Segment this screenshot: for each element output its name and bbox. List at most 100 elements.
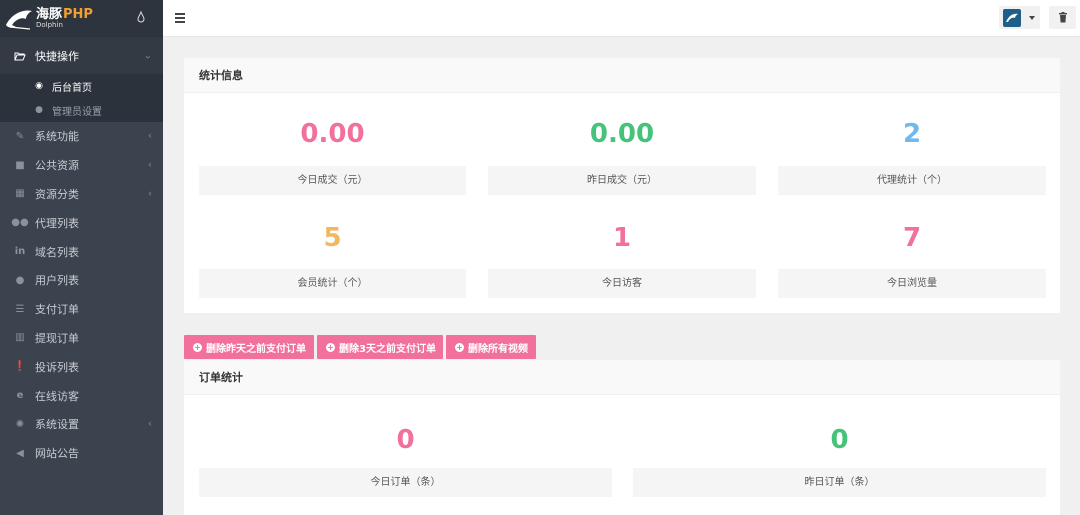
database-icon: ☰	[15, 303, 25, 315]
stat-label: 今日订单（条）	[199, 468, 612, 497]
sidebar-item-label: 资源分类	[35, 187, 79, 201]
chevron-left-icon: ‹	[148, 418, 152, 430]
stats-panel: 统计信息 0.00 今日成交（元） 0.00 昨日成交（元） 2 代理统计（个）…	[184, 58, 1060, 313]
sidebar-item-label: 公共资源	[35, 159, 79, 173]
sidebar-item-quick-actions[interactable]: 快捷操作 ⌄	[0, 37, 163, 74]
theme-drop-icon[interactable]	[137, 11, 145, 23]
brand[interactable]: 海豚 PHP Dolphin	[0, 0, 163, 37]
sidebar-item-label: 提现订单	[35, 331, 79, 345]
sidebar-item-label: 系统功能	[35, 130, 79, 144]
linkedin-icon: in	[14, 246, 26, 258]
gear-icon: ✺	[15, 418, 25, 430]
chevron-left-icon: ‹	[148, 188, 152, 200]
sidebar-item-system-settings[interactable]: ✺ 系统设置 ‹	[0, 410, 163, 439]
sidebar: 海豚 PHP Dolphin 快捷操作 ⌄ ◉ 后台首页 ● 管理员设置 ✎ 系…	[0, 0, 163, 515]
video-camera-icon: ■	[15, 159, 25, 171]
stat-value: 2	[902, 119, 922, 149]
wrench-icon: ✎	[15, 130, 25, 142]
dolphin-avatar-icon	[1006, 13, 1018, 22]
chevron-left-icon: ‹	[148, 159, 152, 171]
sidebar-item-online-visitors[interactable]: e 在线访客	[0, 381, 163, 410]
brand-subtitle: Dolphin	[36, 21, 63, 29]
button-label: 删除所有视频	[468, 343, 528, 355]
sidebar-subitem-admin-settings[interactable]: ● 管理员设置	[0, 98, 163, 122]
sidebar-item-agents[interactable]: ●● 代理列表	[0, 208, 163, 237]
sidebar-item-users[interactable]: ● 用户列表	[0, 266, 163, 295]
menu-toggle-icon[interactable]	[175, 13, 185, 23]
sidebar-item-domains[interactable]: in 域名列表	[0, 237, 163, 266]
chevron-down-icon: ⌄	[143, 50, 152, 61]
sidebar-item-public-resources[interactable]: ■ 公共资源 ‹	[0, 151, 163, 180]
sidebar-submenu: ◉ 后台首页 ● 管理员设置	[0, 74, 163, 122]
users-icon: ●●	[11, 217, 29, 229]
clear-cache-button[interactable]	[1049, 6, 1076, 29]
user-icon: ●	[35, 105, 43, 115]
brand-name: 海豚	[36, 7, 63, 22]
stat-label: 会员统计（个）	[199, 269, 466, 298]
stat-label: 今日访客	[488, 269, 756, 298]
bullhorn-icon: ◀	[16, 447, 24, 459]
sidebar-item-withdraw-orders[interactable]: ▥ 提现订单	[0, 324, 163, 353]
panel-title: 订单统计	[184, 360, 1060, 395]
stat-label: 昨日订单（条）	[633, 468, 1046, 497]
stat-yesterday-revenue: 0.00 昨日成交（元）	[488, 116, 756, 196]
sidebar-item-complaints[interactable]: ❗ 投诉列表	[0, 352, 163, 381]
caret-down-icon	[1029, 15, 1035, 20]
trash-icon	[1058, 12, 1067, 23]
stat-value: 0	[396, 425, 415, 455]
plus-circle-icon: +	[455, 342, 464, 352]
chevron-left-icon: ‹	[148, 130, 152, 142]
stat-label: 昨日成交（元）	[488, 166, 756, 195]
bank-icon: ▥	[15, 332, 25, 344]
sidebar-item-label: 域名列表	[35, 245, 79, 259]
sidebar-item-payment-orders[interactable]: ☰ 支付订单	[0, 295, 163, 324]
stat-value: 1	[612, 223, 632, 253]
stat-label: 今日成交（元）	[199, 166, 466, 195]
stat-today-visitors: 1 今日访客	[488, 220, 756, 300]
sidebar-nav: 快捷操作 ⌄ ◉ 后台首页 ● 管理员设置 ✎ 系统功能 ‹ ■ 公共资源 ‹ …	[0, 37, 163, 468]
folder-open-icon	[13, 50, 27, 62]
sidebar-subitem-label: 后台首页	[52, 82, 92, 94]
sidebar-item-label: 用户列表	[35, 274, 79, 288]
top-header	[163, 0, 1080, 37]
sidebar-item-label: 系统设置	[35, 418, 79, 432]
sidebar-subitem-label: 管理员设置	[52, 106, 102, 118]
stat-today-orders: 0 今日订单（条）	[199, 422, 612, 502]
delete-yesterday-orders-button[interactable]: + 删除昨天之前支付订单	[184, 335, 314, 359]
stat-value: 0.00	[589, 119, 655, 149]
stat-member-count: 5 会员统计（个）	[199, 220, 466, 300]
user-menu-button[interactable]	[999, 6, 1040, 29]
stat-yesterday-orders: 0 昨日订单（条）	[633, 422, 1046, 502]
sidebar-item-label: 网站公告	[35, 447, 79, 461]
stat-today-revenue: 0.00 今日成交（元）	[199, 116, 466, 196]
stat-value: 0	[830, 425, 849, 455]
panel-title: 统计信息	[184, 58, 1060, 93]
plus-circle-icon: +	[326, 342, 335, 352]
sidebar-item-label: 支付订单	[35, 303, 79, 317]
dolphin-logo-icon	[6, 10, 32, 30]
orders-panel: 订单统计 0 今日订单（条） 0 昨日订单（条）	[184, 360, 1060, 515]
delete-all-videos-button[interactable]: + 删除所有视频	[446, 335, 536, 359]
user-icon: ●	[15, 274, 25, 286]
avatar	[1003, 8, 1021, 27]
sidebar-item-label: 代理列表	[35, 216, 79, 230]
delete-3days-orders-button[interactable]: + 删除3天之前支付订单	[317, 335, 443, 359]
stat-agent-count: 2 代理统计（个）	[778, 116, 1046, 196]
exclamation-circle-icon: ❗	[13, 361, 27, 373]
sidebar-subitem-dashboard[interactable]: ◉ 后台首页	[0, 74, 163, 98]
sidebar-item-label: 快捷操作	[35, 49, 79, 63]
stat-label: 今日浏览量	[778, 269, 1046, 298]
button-label: 删除3天之前支付订单	[339, 343, 436, 355]
sidebar-item-announcements[interactable]: ◀ 网站公告	[0, 439, 163, 468]
sidebar-item-label: 投诉列表	[35, 360, 79, 374]
stat-value: 5	[323, 223, 342, 253]
button-label: 删除昨天之前支付订单	[206, 343, 306, 355]
sidebar-item-resource-categories[interactable]: ▦ 资源分类 ‹	[0, 180, 163, 209]
stat-value: 7	[902, 223, 922, 253]
sidebar-item-system-functions[interactable]: ✎ 系统功能 ‹	[0, 122, 163, 151]
plus-circle-icon: +	[193, 342, 202, 352]
stat-today-pageviews: 7 今日浏览量	[778, 220, 1046, 300]
stat-label: 代理统计（个）	[778, 166, 1046, 195]
brand-php: PHP	[63, 7, 93, 22]
sidebar-item-label: 在线访客	[35, 389, 79, 403]
